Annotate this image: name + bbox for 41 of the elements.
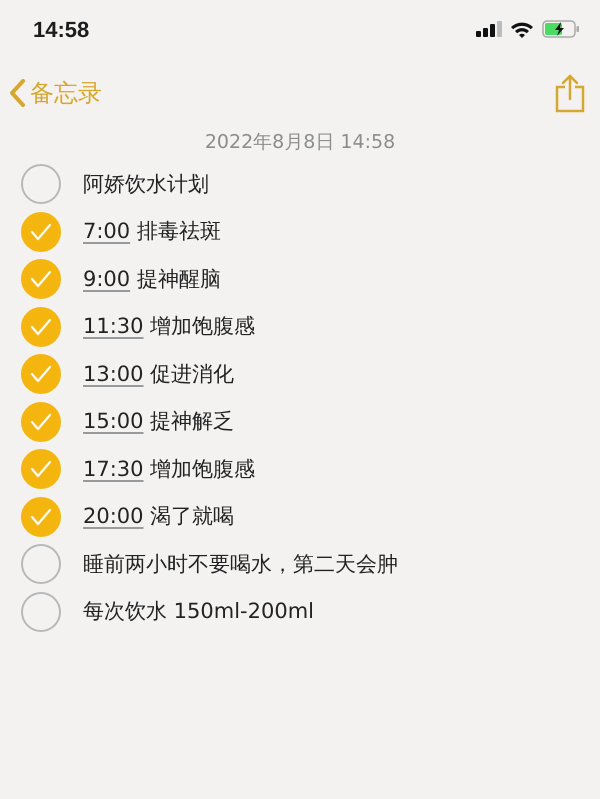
checkmark-icon (30, 508, 52, 526)
checklist-item-text: 每次饮水 150ml-200ml (83, 598, 314, 625)
checkmark-icon (30, 318, 52, 336)
checkmark-icon (30, 412, 52, 431)
checkbox[interactable] (21, 164, 61, 204)
checklist-item-text: 20:00 渴了就喝 (83, 503, 234, 530)
note-date: 2022年8月8日 14:58 (204, 130, 396, 155)
checkbox[interactable] (21, 544, 61, 584)
time-link[interactable]: 17:30 (83, 456, 144, 480)
checkmark-icon (30, 222, 52, 241)
checklist-item-text: 9:00 提神醒脑 (83, 266, 221, 292)
checklist-item-text: 13:00 促进消化 (83, 360, 234, 388)
status-time: 14:58 (33, 16, 90, 44)
checkmark-icon (30, 365, 52, 384)
checkbox[interactable] (21, 592, 61, 632)
time-link[interactable]: 11:30 (83, 314, 144, 338)
checklist-item-text: 17:30 增加饱腹感 (83, 456, 256, 482)
checklist-item-text: 7:00 排毒祛斑 (83, 218, 221, 245)
time-link[interactable]: 20:00 (83, 504, 144, 528)
checkbox[interactable] (21, 354, 61, 394)
checklist-item-text: 阿娇饮水计划 (83, 170, 209, 198)
time-link[interactable]: 9:00 (83, 266, 130, 290)
checklist-item-text: 睡前两小时不要喝水，第二天会肿 (83, 550, 398, 578)
checklist-item-text: 15:00 提神解乏 (83, 408, 234, 435)
checkmark-icon (30, 270, 52, 288)
time-link[interactable]: 7:00 (83, 219, 130, 243)
wifi-icon (510, 20, 534, 38)
time-link[interactable]: 15:00 (83, 409, 144, 433)
signal-icon (476, 21, 502, 37)
checkbox[interactable] (21, 259, 61, 300)
checkbox[interactable] (21, 496, 61, 537)
checkbox[interactable] (21, 212, 61, 252)
checkbox[interactable] (21, 306, 61, 347)
chevron-icon (8, 78, 26, 108)
checkbox[interactable] (21, 449, 61, 490)
battery-charging-icon (542, 20, 580, 38)
checkbox[interactable] (21, 402, 61, 442)
share-button[interactable] (554, 73, 586, 113)
checklist-item-text: 11:30 增加饱腹感 (83, 313, 256, 340)
time-link[interactable]: 13:00 (83, 362, 144, 386)
checkmark-icon (30, 460, 52, 478)
